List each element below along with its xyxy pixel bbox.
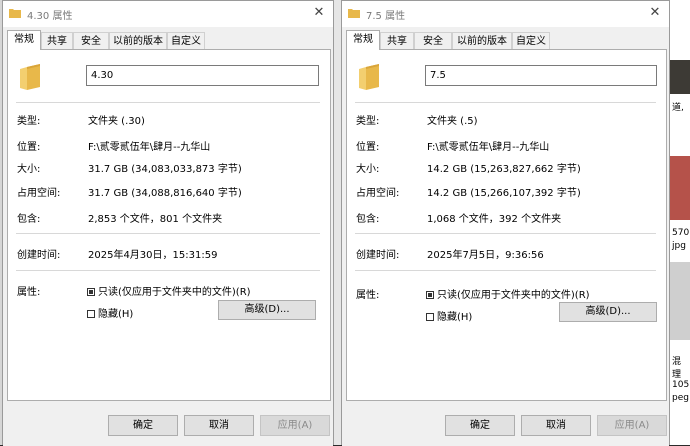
size-label: 大小: xyxy=(17,164,41,175)
tab-sharing[interactable]: 共享 xyxy=(41,32,73,49)
checkbox-icon xyxy=(426,313,434,321)
size-on-disk-label: 占用空间: xyxy=(356,188,400,199)
background-text: 570 xyxy=(672,228,690,238)
separator xyxy=(355,270,656,271)
cancel-button[interactable]: 取消 xyxy=(521,415,591,436)
background-thumb-gray xyxy=(670,262,690,340)
hidden-checkbox-label: 隐藏(H) xyxy=(437,312,473,323)
tab-general[interactable]: 常规 xyxy=(346,30,380,50)
apply-button[interactable]: 应用(A) xyxy=(597,415,667,436)
tab-customize[interactable]: 自定义 xyxy=(167,32,205,49)
location-label: 位置: xyxy=(356,142,380,153)
dialog-footer: 确定 取消 应用(A) xyxy=(3,403,333,446)
folder-name-input[interactable] xyxy=(86,65,319,86)
close-button[interactable]: ✕ xyxy=(641,1,669,25)
checkbox-icon xyxy=(87,310,95,318)
readonly-checkbox[interactable]: 只读(仅应用于文件夹中的文件)(R) xyxy=(426,286,590,301)
separator xyxy=(355,233,656,234)
contains-value: 1,068 个文件，392 个文件夹 xyxy=(427,214,562,225)
background-thumb-dark xyxy=(670,60,690,94)
type-label: 类型: xyxy=(17,116,41,127)
tab-security[interactable]: 安全 xyxy=(73,32,109,49)
location-label: 位置: xyxy=(17,142,41,153)
dialog-footer: 确定 取消 应用(A) xyxy=(342,403,669,446)
location-value: F:\贰零贰伍年\肆月--九华山 xyxy=(88,142,211,153)
general-panel: 类型: 文件夹 (.5) 位置: F:\贰零贰伍年\肆月--九华山 大小: 14… xyxy=(346,49,667,401)
ok-button[interactable]: 确定 xyxy=(445,415,515,436)
location-value: F:\贰零贰伍年\肆月--九华山 xyxy=(427,142,550,153)
created-value: 2025年7月5日，9:36:56 xyxy=(427,250,544,261)
background-thumb-red xyxy=(670,156,690,220)
created-value: 2025年4月30日，15:31:59 xyxy=(88,250,218,261)
type-label: 类型: xyxy=(356,116,380,127)
apply-button[interactable]: 应用(A) xyxy=(260,415,330,436)
close-button[interactable]: ✕ xyxy=(305,1,333,25)
background-text: 105 xyxy=(672,380,690,390)
properties-dialog-4-30: 4.30 属性 ✕ 常规 共享 安全 以前的版本 自定义 类型: 文件夹 (.3… xyxy=(2,0,334,446)
background-text: 道, xyxy=(672,103,684,113)
window-title: 7.5 属性 xyxy=(366,11,406,22)
cancel-button[interactable]: 取消 xyxy=(184,415,254,436)
separator xyxy=(16,270,320,271)
tab-security[interactable]: 安全 xyxy=(414,32,452,49)
title-bar[interactable]: 7.5 属性 ✕ xyxy=(342,1,669,27)
background-text: 混 xyxy=(672,357,682,367)
contains-value: 2,853 个文件，801 个文件夹 xyxy=(88,214,223,225)
checkbox-indeterminate-icon xyxy=(426,291,434,299)
separator xyxy=(16,233,320,234)
readonly-checkbox[interactable]: 只读(仅应用于文件夹中的文件)(R) xyxy=(87,283,251,298)
type-value: 文件夹 (.30) xyxy=(88,116,145,127)
general-panel: 类型: 文件夹 (.30) 位置: F:\贰零贰伍年\肆月--九华山 大小: 3… xyxy=(7,49,331,401)
hidden-checkbox[interactable]: 隐藏(H) xyxy=(87,305,133,320)
contains-label: 包含: xyxy=(356,214,380,225)
hidden-checkbox[interactable]: 隐藏(H) xyxy=(426,308,472,323)
tab-sharing[interactable]: 共享 xyxy=(380,32,414,49)
tab-previous-versions[interactable]: 以前的版本 xyxy=(109,32,167,49)
window-title: 4.30 属性 xyxy=(27,11,73,22)
background-strip-middle xyxy=(334,0,341,445)
separator xyxy=(16,102,320,103)
hidden-checkbox-label: 隐藏(H) xyxy=(98,309,134,320)
folder-icon xyxy=(20,64,40,90)
readonly-checkbox-label: 只读(仅应用于文件夹中的文件)(R) xyxy=(437,290,590,301)
size-value: 31.7 GB (34,083,033,873 字节) xyxy=(88,164,242,175)
background-text: peg xyxy=(672,393,689,403)
title-bar[interactable]: 4.30 属性 ✕ xyxy=(3,1,333,27)
folder-icon xyxy=(348,9,360,18)
ok-button[interactable]: 确定 xyxy=(108,415,178,436)
size-on-disk-value: 31.7 GB (34,088,816,640 字节) xyxy=(88,188,242,199)
background-text: jpg xyxy=(672,241,686,251)
size-on-disk-value: 14.2 GB (15,266,107,392 字节) xyxy=(427,188,581,199)
readonly-checkbox-label: 只读(仅应用于文件夹中的文件)(R) xyxy=(98,287,251,298)
folder-icon xyxy=(359,64,379,90)
created-label: 创建时间: xyxy=(356,250,400,261)
created-label: 创建时间: xyxy=(17,250,61,261)
type-value: 文件夹 (.5) xyxy=(427,116,478,127)
folder-name-input[interactable] xyxy=(425,65,657,86)
attributes-label: 属性: xyxy=(356,290,380,301)
separator xyxy=(355,102,656,103)
attributes-label: 属性: xyxy=(17,287,41,298)
background-panel-right: 道, 570 jpg 混 理 105 peg xyxy=(670,0,690,445)
advanced-button[interactable]: 高级(D)... xyxy=(218,300,316,320)
properties-dialog-7-5: 7.5 属性 ✕ 常规 共享 安全 以前的版本 自定义 类型: 文件夹 (.5)… xyxy=(341,0,670,446)
size-value: 14.2 GB (15,263,827,662 字节) xyxy=(427,164,581,175)
contains-label: 包含: xyxy=(17,214,41,225)
tab-general[interactable]: 常规 xyxy=(7,30,41,50)
tab-previous-versions[interactable]: 以前的版本 xyxy=(452,32,512,49)
background-text: 理 xyxy=(672,370,682,380)
advanced-button[interactable]: 高级(D)... xyxy=(559,302,657,322)
size-on-disk-label: 占用空间: xyxy=(17,188,61,199)
size-label: 大小: xyxy=(356,164,380,175)
tab-customize[interactable]: 自定义 xyxy=(512,32,550,49)
folder-icon xyxy=(9,9,21,18)
checkbox-indeterminate-icon xyxy=(87,288,95,296)
